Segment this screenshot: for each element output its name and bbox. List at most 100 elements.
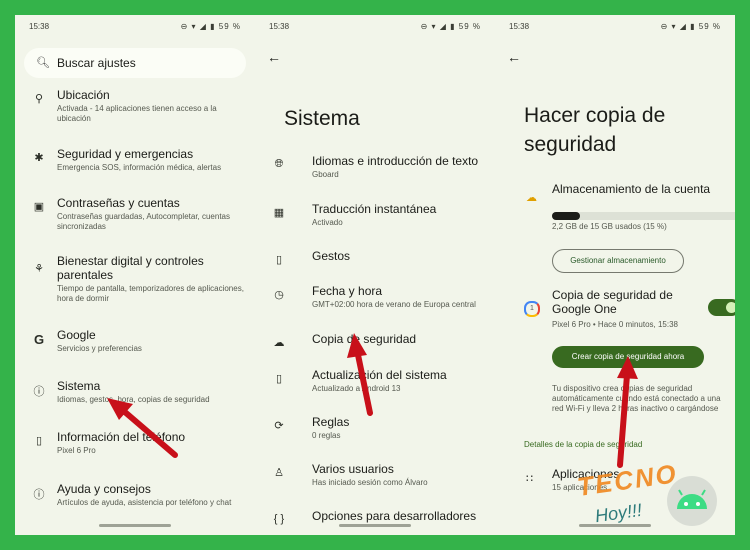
clock-icon: ◷ xyxy=(274,289,284,301)
backup-description: Tu dispositivo crea copias de seguridad … xyxy=(552,384,721,413)
settings-item-title: Seguridad y emergencias xyxy=(57,147,194,161)
settings-item-about-phone[interactable]: ▯ Información del teléfono Pixel 6 Pro xyxy=(15,430,255,460)
settings-item-subtitle: Idiomas, gestos, hora, copias de segurid… xyxy=(57,395,210,404)
gestures-icon: ▯ xyxy=(275,254,283,266)
code-braces-icon: { } xyxy=(273,513,285,525)
wellbeing-icon: ⚘ xyxy=(34,263,44,275)
status-bar: 15:38 ⊖ ▾ ◢ ▮ 59 % xyxy=(29,21,241,35)
system-item-subtitle: 0 reglas xyxy=(312,431,341,440)
settings-item-location[interactable]: ⚲ Ubicación Activada - 14 aplicaciones t… xyxy=(15,88,255,128)
system-item-backup[interactable]: ☁ Copia de seguridad xyxy=(255,332,495,352)
storage-usage-text: 2,2 GB de 15 GB usados (15 %) xyxy=(552,222,667,231)
settings-item-subtitle: Emergencia SOS, información médica, aler… xyxy=(57,163,222,172)
google-one-icon: 1 xyxy=(524,301,540,317)
page-title: Sistema xyxy=(284,107,360,130)
backup-subtitle: Pixel 6 Pro • Hace 0 minutos, 15:38 xyxy=(552,320,678,329)
status-bar: 15:38 ⊖ ▾ ◢ ▮ 59 % xyxy=(269,21,481,35)
help-icon: ⓘ xyxy=(33,489,45,501)
settings-item-title: Información del teléfono xyxy=(57,430,186,444)
status-time: 15:38 xyxy=(269,22,290,31)
backup-details-header: Detalles de la copia de seguridad xyxy=(524,440,643,449)
system-item-title: Gestos xyxy=(312,249,351,263)
system-item-users[interactable]: ♙ Varios usuarios Has iniciado sesión co… xyxy=(255,462,495,492)
system-item-subtitle: GMT+02:00 hora de verano de Europa centr… xyxy=(312,300,476,309)
settings-item-google[interactable]: G Google Servicios y preferencias xyxy=(15,328,255,358)
settings-item-subtitle: Contraseñas guardadas, Autocompletar, cu… xyxy=(57,212,230,231)
phone-icon: ▯ xyxy=(35,435,43,447)
settings-item-system[interactable]: ⓘ Sistema Idiomas, gestos, hora, copias … xyxy=(15,379,255,409)
cloud-icon: ☁ xyxy=(526,192,537,204)
search-icon: 🔍︎ xyxy=(36,57,50,69)
apps-grid-icon: ∷ xyxy=(526,473,533,485)
globe-icon: 🌐︎ xyxy=(274,158,284,170)
settings-item-help[interactable]: ⓘ Ayuda y consejos Artículos de ayuda, a… xyxy=(15,482,255,512)
gesture-nav-bar[interactable] xyxy=(99,524,171,527)
settings-item-title: Bienestar digital y controles parentales xyxy=(57,254,204,282)
settings-item-passwords[interactable]: ▣ Contraseñas y cuentas Contraseñas guar… xyxy=(15,196,255,236)
account-box-icon: ▣ xyxy=(33,201,45,213)
system-update-icon: ▯ xyxy=(275,373,283,385)
settings-screen: 15:38 ⊖ ▾ ◢ ▮ 59 % 🔍︎ Buscar ajustes ⚲ U… xyxy=(15,15,255,535)
settings-item-wellbeing[interactable]: ⚘ Bienestar digital y controles parental… xyxy=(15,254,255,309)
backup-screen: 15:38 ⊖ ▾ ◢ ▮ 59 % ← Hacer copia de segu… xyxy=(495,15,735,535)
storage-progress-bar xyxy=(552,212,735,220)
backup-now-button[interactable]: Crear copia de seguridad ahora xyxy=(552,346,704,368)
status-time: 15:38 xyxy=(509,22,530,31)
settings-item-title: Sistema xyxy=(57,379,101,393)
settings-item-safety[interactable]: ✱ Seguridad y emergencias Emergencia SOS… xyxy=(15,147,255,177)
system-item-title: Opciones para desarrolladores xyxy=(312,509,477,523)
settings-item-title: Ubicación xyxy=(57,88,110,102)
backup-toggle[interactable] xyxy=(708,299,735,316)
settings-item-subtitle: Activada - 14 aplicaciones tienen acceso… xyxy=(57,104,217,123)
emergency-icon: ✱ xyxy=(34,152,44,164)
system-screen: 15:38 ⊖ ▾ ◢ ▮ 59 % ← Sistema 🌐︎ Idiomas … xyxy=(255,15,495,535)
system-item-title: Actualización del sistema xyxy=(312,368,447,382)
system-item-title: Copia de seguridad xyxy=(312,332,417,346)
gesture-nav-bar[interactable] xyxy=(339,524,411,527)
storage-progress-fill xyxy=(552,212,581,220)
page-title-line2: seguridad xyxy=(524,133,617,156)
system-item-subtitle: Gboard xyxy=(312,170,339,179)
system-item-title: Fecha y hora xyxy=(312,284,383,298)
location-icon: ⚲ xyxy=(34,93,44,105)
status-bar: 15:38 ⊖ ▾ ◢ ▮ 59 % xyxy=(509,21,721,35)
system-item-translate[interactable]: ▦ Traducción instantánea Activado xyxy=(255,202,495,232)
system-item-subtitle: Actualizado a Android 13 xyxy=(312,384,401,393)
status-icons: ⊖ ▾ ◢ ▮ 59 % xyxy=(180,22,241,31)
status-time: 15:38 xyxy=(29,22,50,31)
back-arrow-icon[interactable]: ← xyxy=(507,49,521,65)
android-logo-icon xyxy=(667,476,717,526)
system-item-update[interactable]: ▯ Actualización del sistema Actualizado … xyxy=(255,368,495,398)
screenshot-frame: 15:38 ⊖ ▾ ◢ ▮ 59 % 🔍︎ Buscar ajustes ⚲ U… xyxy=(15,15,735,535)
settings-item-title: Ayuda y consejos xyxy=(57,482,151,496)
backup-title: Copia de seguridad de Google One xyxy=(552,288,673,316)
system-item-subtitle: Activado xyxy=(312,218,343,227)
system-item-subtitle: Has iniciado sesión como Álvaro xyxy=(312,478,428,487)
users-icon: ♙ xyxy=(274,467,284,479)
settings-item-title: Contraseñas y cuentas xyxy=(57,196,180,210)
system-item-languages[interactable]: 🌐︎ Idiomas e introducción de texto Gboar… xyxy=(255,154,495,184)
system-item-title: Varios usuarios xyxy=(312,462,394,476)
settings-item-subtitle: Tiempo de pantalla, temporizadores de ap… xyxy=(57,284,244,303)
settings-item-subtitle: Artículos de ayuda, asistencia por teléf… xyxy=(57,498,232,507)
status-icons: ⊖ ▾ ◢ ▮ 59 % xyxy=(420,22,481,31)
back-arrow-icon[interactable]: ← xyxy=(267,49,281,65)
page-title-line1: Hacer copia de xyxy=(524,104,666,127)
system-item-rules[interactable]: ⟳ Reglas 0 reglas xyxy=(255,415,495,445)
search-settings-bar[interactable]: 🔍︎ Buscar ajustes xyxy=(24,48,246,78)
system-item-date-time[interactable]: ◷ Fecha y hora GMT+02:00 hora de verano … xyxy=(255,284,495,314)
translate-icon: ▦ xyxy=(273,207,285,219)
rules-icon: ⟳ xyxy=(274,420,284,432)
search-placeholder: Buscar ajustes xyxy=(57,56,136,70)
system-item-title: Idiomas e introducción de texto xyxy=(312,154,479,168)
status-icons: ⊖ ▾ ◢ ▮ 59 % xyxy=(660,22,721,31)
settings-item-subtitle: Pixel 6 Pro xyxy=(57,446,96,455)
toggle-knob xyxy=(726,302,735,313)
system-item-gestures[interactable]: ▯ Gestos xyxy=(255,249,495,269)
storage-title: Almacenamiento de la cuenta xyxy=(552,182,711,196)
cloud-upload-icon: ☁ xyxy=(273,337,285,349)
manage-storage-button[interactable]: Gestionar almacenamiento xyxy=(552,249,684,273)
settings-item-title: Google xyxy=(57,328,96,342)
system-item-title: Reglas xyxy=(312,415,350,429)
settings-item-subtitle: Servicios y preferencias xyxy=(57,344,142,353)
